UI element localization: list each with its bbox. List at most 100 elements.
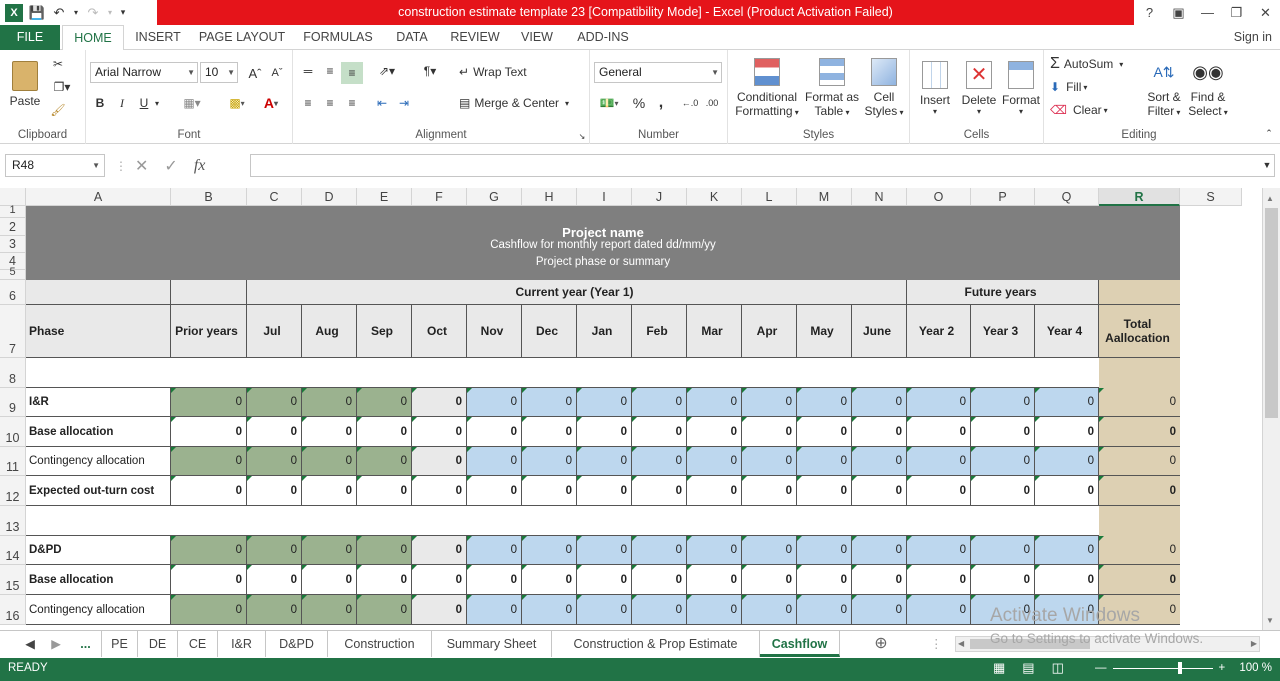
tab-add-ins[interactable]: ADD-INS (570, 25, 636, 50)
tab-review[interactable]: REVIEW (446, 25, 504, 50)
close-icon[interactable]: ✕ (1251, 0, 1280, 25)
help-button[interactable]: ? (1135, 0, 1164, 25)
data-cell[interactable]: 0 (412, 417, 467, 447)
new-sheet-icon[interactable]: ⊕ (866, 631, 896, 657)
row-header[interactable]: 7 (0, 305, 26, 358)
font-size-select[interactable]: 10 ▼ (200, 62, 238, 83)
data-cell[interactable]: 0 (742, 565, 797, 595)
data-cell[interactable]: 0 (687, 595, 742, 625)
formula-input[interactable] (250, 154, 1275, 177)
row-header[interactable]: 2 (0, 218, 26, 236)
sheet-tab-construction-prop-estimate[interactable]: Construction & Prop Estimate (552, 631, 760, 657)
row-header[interactable]: 13 (0, 506, 26, 536)
data-cell[interactable]: 0 (412, 565, 467, 595)
row-header[interactable]: 6 (0, 280, 26, 305)
sort-filter-button[interactable]: A⇅ Sort & Filter ▾ (1144, 54, 1184, 122)
underline-button[interactable]: U (136, 94, 152, 112)
data-cell[interactable]: 0 (1099, 417, 1180, 447)
tab-insert[interactable]: INSERT (130, 25, 186, 50)
data-cell[interactable]: 0 (577, 595, 632, 625)
data-cell[interactable]: 0 (971, 565, 1035, 595)
tab-page-layout[interactable]: PAGE LAYOUT (196, 25, 288, 50)
align-left-icon[interactable]: ≡ (299, 94, 317, 112)
data-cell[interactable]: 0 (971, 388, 1035, 417)
horizontal-scrollbar[interactable]: ◀ ▶ (955, 636, 1260, 652)
data-cell[interactable]: 0 (797, 595, 852, 625)
data-cell[interactable]: 0 (522, 536, 577, 565)
data-cell[interactable]: 0 (971, 417, 1035, 447)
fill-button[interactable]: ⬇ Fill ▾ (1050, 77, 1110, 97)
data-cell[interactable]: 0 (577, 447, 632, 476)
data-cell[interactable]: 0 (742, 388, 797, 417)
column-header[interactable]: O (907, 188, 971, 206)
data-cell[interactable]: 0 (577, 417, 632, 447)
data-cell[interactable]: 0 (247, 447, 302, 476)
data-cell[interactable]: 0 (687, 565, 742, 595)
data-cell[interactable]: 0 (907, 595, 971, 625)
sheet-tab-ir[interactable]: I&R (218, 631, 266, 657)
find-select-button[interactable]: ◉◉ Find & Select ▾ (1186, 54, 1230, 122)
number-format-select[interactable]: General ▼ (594, 62, 722, 83)
data-cell[interactable]: 0 (357, 565, 412, 595)
data-cell[interactable]: 0 (797, 476, 852, 506)
column-header[interactable]: K (687, 188, 742, 206)
data-cell[interactable]: 0 (632, 595, 687, 625)
data-cell[interactable]: 0 (852, 447, 907, 476)
autosum-button[interactable]: Σ AutoSum ▾ (1050, 54, 1142, 74)
paste-button[interactable]: Paste (6, 56, 44, 112)
data-cell[interactable]: 0 (467, 476, 522, 506)
next-sheet-icon[interactable]: ▶ (46, 631, 66, 657)
data-cell[interactable]: 0 (632, 536, 687, 565)
data-cell[interactable]: 0 (971, 447, 1035, 476)
fill-color-icon[interactable]: ▩ ▾ (222, 94, 252, 112)
column-header[interactable]: R (1099, 188, 1180, 206)
data-cell[interactable]: 0 (357, 595, 412, 625)
data-cell[interactable]: 0 (797, 447, 852, 476)
column-header[interactable]: J (632, 188, 687, 206)
column-header[interactable]: D (302, 188, 357, 206)
sign-in-link[interactable]: Sign in (1234, 25, 1272, 50)
data-cell[interactable]: 0 (687, 417, 742, 447)
data-cell[interactable]: 0 (577, 388, 632, 417)
name-box[interactable]: R48 ▼ (5, 154, 105, 177)
tab-file[interactable]: FILE (0, 25, 60, 50)
increase-indent-icon[interactable]: ⇥ (395, 94, 413, 112)
data-cell[interactable]: 0 (632, 447, 687, 476)
zoom-thumb[interactable] (1177, 661, 1182, 674)
cut-icon[interactable]: ✂ (50, 56, 66, 72)
align-center-icon[interactable]: ≡ (321, 94, 339, 112)
data-cell[interactable]: 0 (412, 536, 467, 565)
data-cell[interactable]: 0 (907, 536, 971, 565)
data-cell[interactable]: 0 (522, 388, 577, 417)
column-header[interactable]: M (797, 188, 852, 206)
copy-icon[interactable]: ❐▾ (50, 79, 74, 95)
tab-split-handle[interactable]: ⋮ (930, 631, 943, 657)
data-cell[interactable]: 0 (171, 388, 247, 417)
data-cell[interactable]: 0 (302, 595, 357, 625)
data-cell[interactable]: 0 (907, 476, 971, 506)
data-cell[interactable]: 0 (247, 417, 302, 447)
wrap-text-button[interactable]: ↵ Wrap Text (459, 62, 539, 82)
align-middle-icon[interactable]: ≡ (321, 62, 339, 80)
data-cell[interactable]: 0 (171, 476, 247, 506)
data-cell[interactable]: 0 (467, 536, 522, 565)
data-cell[interactable]: 0 (1035, 388, 1099, 417)
delete-cells-button[interactable]: ✕ Delete ▾ (958, 54, 1000, 122)
increase-font-icon[interactable]: Aˆ (246, 64, 264, 82)
collapse-ribbon-icon[interactable]: ⌃ (1262, 126, 1276, 140)
scroll-up-icon[interactable]: ▲ (1266, 194, 1276, 204)
increase-decimal-icon[interactable]: ←.0 (680, 94, 700, 112)
data-cell[interactable]: 0 (467, 388, 522, 417)
row-header[interactable]: 10 (0, 417, 26, 447)
borders-icon[interactable]: ▦▾ (178, 94, 206, 112)
vertical-scrollbar[interactable]: ▲ ▼ (1262, 188, 1280, 630)
sheet-tab-cashflow[interactable]: Cashflow (760, 631, 840, 657)
data-cell[interactable]: 0 (687, 388, 742, 417)
data-cell[interactable]: 0 (357, 536, 412, 565)
zoom-track[interactable] (1112, 661, 1213, 674)
data-cell[interactable]: 0 (971, 595, 1035, 625)
restore-icon[interactable]: ❐ (1222, 0, 1251, 25)
vertical-scroll-thumb[interactable] (1265, 208, 1278, 418)
decrease-decimal-icon[interactable]: .00 (702, 94, 722, 112)
column-header[interactable]: B (171, 188, 247, 206)
